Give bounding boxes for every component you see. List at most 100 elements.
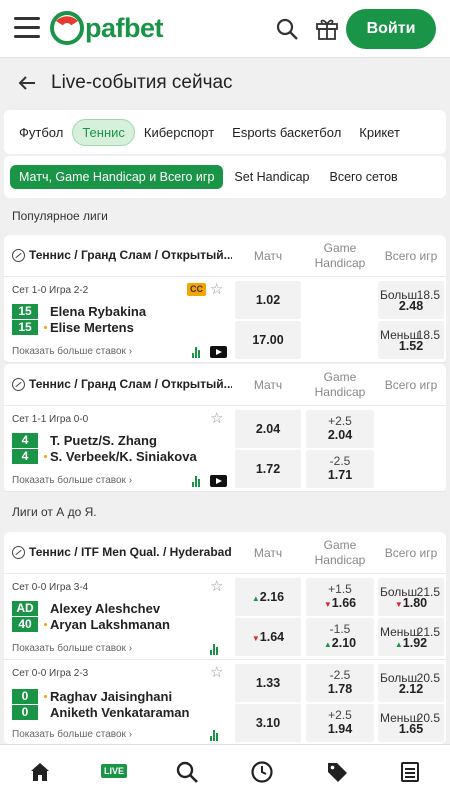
favorite-star-icon[interactable]: ☆ bbox=[210, 663, 223, 681]
odd-total-over[interactable]: Больш 21.5 ▼1.80 bbox=[378, 578, 444, 616]
logo[interactable]: pafbet bbox=[50, 10, 164, 46]
odd-match-p1[interactable]: 2.04 bbox=[235, 410, 301, 448]
favorite-star-icon[interactable]: ☆ bbox=[210, 577, 223, 595]
odd-handicap-p2[interactable]: -2.5 1.71 bbox=[306, 450, 374, 488]
search-icon[interactable] bbox=[275, 17, 299, 41]
more-bets-link[interactable]: Показать больше ставок › bbox=[12, 643, 132, 654]
odd-match-p2[interactable]: ▼1.64 bbox=[235, 618, 301, 656]
serve-indicator bbox=[44, 695, 47, 698]
more-bets-link[interactable]: Показать больше ставок › bbox=[12, 475, 132, 486]
odd-total-over[interactable]: Больш 18.5 2.48 bbox=[378, 281, 444, 319]
match-row[interactable]: Сет 1-1 Игра 0-0 ☆ 4 4 T. Puetz/S. Zhang… bbox=[4, 406, 446, 492]
score-player-2: 15 bbox=[12, 320, 38, 335]
col-game-handicap: Game Handicap bbox=[314, 241, 366, 270]
league-name: Теннис / Гранд Слам / Открытый... bbox=[12, 248, 232, 262]
tab-esports-basketball[interactable]: Esports баскетбол bbox=[223, 120, 350, 145]
score-player-1: 15 bbox=[12, 304, 38, 319]
score-player-2: 4 bbox=[12, 449, 38, 464]
col-match: Матч bbox=[253, 248, 283, 263]
live-stream-icon[interactable] bbox=[210, 346, 227, 358]
live-stream-icon[interactable] bbox=[210, 475, 227, 487]
tab-football[interactable]: Футбол bbox=[10, 120, 72, 145]
market-filters: Матч, Game Handicap и Всего игр Set Hand… bbox=[4, 156, 446, 198]
stats-icon[interactable] bbox=[192, 476, 204, 487]
odd-match-p2[interactable]: 1.72 bbox=[235, 450, 301, 488]
more-bets-link[interactable]: Показать больше ставок › bbox=[12, 346, 132, 357]
tag-icon[interactable] bbox=[325, 760, 349, 784]
odd-handicap-p2[interactable]: -1.5 ▲2.10 bbox=[306, 618, 374, 656]
score-player-1: 4 bbox=[12, 433, 38, 448]
league-card: Теннис / ITF Men Qual. / Hyderabad Матч … bbox=[4, 532, 446, 744]
odd-total-over[interactable]: Больш 20.5 2.12 bbox=[378, 664, 444, 702]
odd-handicap-p1[interactable]: -2.5 1.78 bbox=[306, 664, 374, 702]
match-row[interactable]: Сет 0-0 Игра 2-3 ☆ 0 0 Raghav Jaisinghan… bbox=[4, 660, 446, 744]
odd-match-p2[interactable]: 3.10 bbox=[235, 704, 301, 742]
search-nav-icon[interactable] bbox=[175, 760, 199, 784]
player-2-name: Aniketh Venkataraman bbox=[50, 705, 190, 720]
home-icon[interactable] bbox=[28, 760, 52, 784]
odd-handicap-p1[interactable]: +2.5 2.04 bbox=[306, 410, 374, 448]
league-card: Теннис / Гранд Слам / Открытый... Матч G… bbox=[4, 364, 446, 492]
player-1-name: T. Puetz/S. Zhang bbox=[50, 433, 157, 448]
page-title: Live-события сейчас bbox=[51, 72, 233, 93]
sports-tabs: Футбол Теннис Киберспорт Esports баскетб… bbox=[4, 110, 446, 154]
login-button[interactable]: Войти bbox=[346, 9, 436, 49]
match-info: Сет 0-0 Игра 2-3 bbox=[12, 668, 89, 679]
filter-set-handicap[interactable]: Set Handicap bbox=[225, 165, 318, 189]
player-1-name: Elena Rybakina bbox=[50, 304, 147, 319]
tab-esports[interactable]: Киберспорт bbox=[135, 120, 223, 145]
filter-total-sets[interactable]: Всего сетов bbox=[320, 165, 406, 189]
tennis-ball-icon bbox=[12, 248, 25, 262]
cc-badge: CC bbox=[187, 283, 206, 296]
filter-match-handicap-total[interactable]: Матч, Game Handicap и Всего игр bbox=[10, 165, 224, 189]
page-header: Live-события сейчас bbox=[0, 62, 450, 104]
match-info: Сет 0-0 Игра 3-4 bbox=[12, 582, 89, 593]
odd-match-p1[interactable]: 1.33 bbox=[235, 664, 301, 702]
betslip-icon[interactable] bbox=[398, 760, 422, 784]
logo-text: pafbet bbox=[85, 12, 164, 43]
match-info: Сет 1-0 Игра 2-2 bbox=[12, 285, 89, 296]
gift-icon[interactable] bbox=[314, 15, 340, 41]
odd-match-p1[interactable]: 1.02 bbox=[235, 281, 301, 319]
bottom-nav bbox=[0, 744, 450, 800]
col-game-handicap: Game Handicap bbox=[314, 370, 366, 399]
player-1-name: Alexey Aleshchev bbox=[50, 601, 161, 616]
match-row[interactable]: Сет 1-0 Игра 2-2 CC ☆ 15 15 Elena Rybaki… bbox=[4, 277, 446, 363]
score-player-1: AD bbox=[12, 601, 38, 616]
league-header[interactable]: Теннис / Гранд Слам / Открытый... Матч G… bbox=[4, 364, 446, 406]
col-total-games: Всего игр bbox=[384, 377, 438, 392]
back-arrow-icon[interactable] bbox=[17, 73, 37, 93]
favorite-star-icon[interactable]: ☆ bbox=[210, 409, 223, 427]
league-name: Теннис / ITF Men Qual. / Hyderabad bbox=[12, 545, 232, 559]
league-header[interactable]: Теннис / Гранд Слам / Открытый... Матч G… bbox=[4, 235, 446, 277]
clock-icon[interactable] bbox=[250, 760, 274, 784]
serve-indicator bbox=[44, 623, 47, 626]
tab-cricket[interactable]: Крикет bbox=[350, 120, 409, 145]
col-total-games: Всего игр bbox=[384, 248, 438, 263]
tennis-ball-icon bbox=[12, 377, 25, 391]
odd-handicap-p2[interactable]: +2.5 1.94 bbox=[306, 704, 374, 742]
tennis-ball-icon bbox=[12, 545, 25, 559]
tab-tennis[interactable]: Теннис bbox=[72, 118, 135, 146]
stats-icon[interactable] bbox=[210, 644, 222, 655]
match-info: Сет 1-1 Игра 0-0 bbox=[12, 414, 89, 425]
stats-icon[interactable] bbox=[210, 730, 222, 741]
stats-icon[interactable] bbox=[192, 347, 204, 358]
col-match: Матч bbox=[253, 545, 283, 560]
league-header[interactable]: Теннис / ITF Men Qual. / Hyderabad Матч … bbox=[4, 532, 446, 574]
menu-icon[interactable] bbox=[14, 17, 40, 39]
odd-match-p1[interactable]: ▲2.16 bbox=[235, 578, 301, 616]
more-bets-link[interactable]: Показать больше ставок › bbox=[12, 729, 132, 740]
odd-total-under[interactable]: Меньш 21.5 ▲1.92 bbox=[378, 618, 444, 656]
league-name: Теннис / Гранд Слам / Открытый... bbox=[12, 377, 232, 391]
live-nav-button[interactable]: LIVE bbox=[101, 764, 127, 778]
section-az-leagues: Лиги от А до Я. bbox=[12, 505, 97, 519]
score-player-2: 40 bbox=[12, 617, 38, 632]
odd-handicap-p1[interactable]: +1.5 ▼1.66 bbox=[306, 578, 374, 616]
odd-total-under[interactable]: Меньш 18.5 1.52 bbox=[378, 321, 444, 359]
favorite-star-icon[interactable]: ☆ bbox=[210, 280, 223, 298]
col-total-games: Всего игр bbox=[384, 545, 438, 560]
odd-total-under[interactable]: Меньш 20.5 1.65 bbox=[378, 704, 444, 742]
odd-match-p2[interactable]: 17.00 bbox=[235, 321, 301, 359]
match-row[interactable]: Сет 0-0 Игра 3-4 ☆ AD 40 Alexey Aleshche… bbox=[4, 574, 446, 660]
